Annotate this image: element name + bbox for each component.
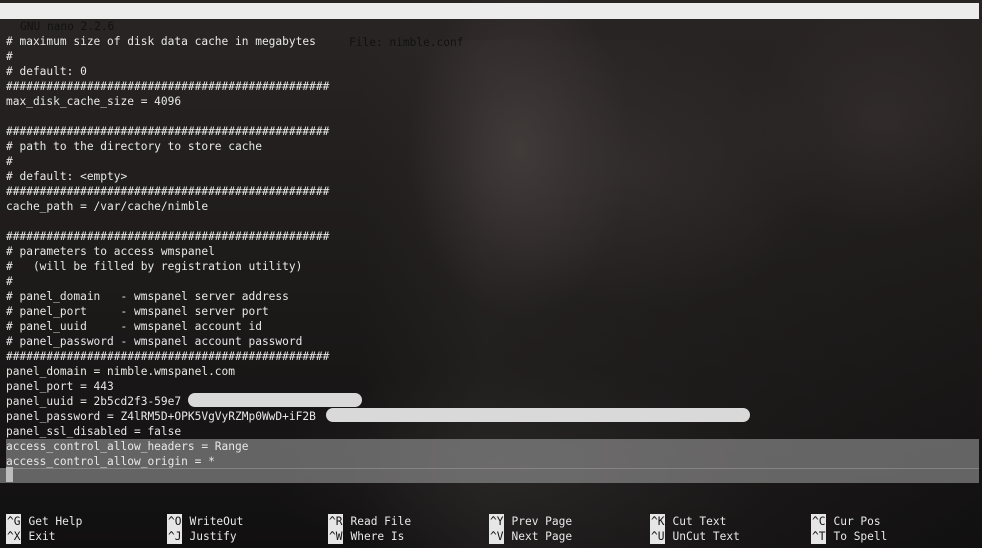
editor-line[interactable]: # (will be filled by registration utilit… [6,259,979,274]
shortcut-label: Justify [189,530,237,543]
editor-line[interactable]: # default: 0 [6,64,979,79]
shortcut-key: ^G [6,514,22,529]
editor-line[interactable]: ########################################… [6,124,979,139]
shortcut-cut-text[interactable]: ^K Cut Text [650,514,726,529]
shortcut-key: ^V [489,529,505,544]
shortcut-label: UnCut Text [672,530,740,543]
terminal-window[interactable]: GNU nano 2.2.6 File: nimble.conf # maxim… [0,0,982,548]
shortcut-key: ^W [328,529,344,544]
shortcut-label: Next Page [511,530,573,543]
shortcut-key: ^C [811,514,827,529]
editor-line[interactable] [6,109,979,124]
shortcut-exit[interactable]: ^X Exit [6,529,55,544]
shortcut-justify[interactable]: ^J Justify [167,529,237,544]
editor-line[interactable]: cache_path = /var/cache/nimble [6,199,979,214]
shortcut-key: ^T [811,529,827,544]
editor-line[interactable]: panel_ssl_disabled = false [6,424,979,439]
shortcut-uncut-text[interactable]: ^U UnCut Text [650,529,740,544]
shortcut-label: Cut Text [672,515,727,528]
editor-line[interactable]: # [6,274,979,289]
redaction-mask [326,408,750,422]
shortcut-label: Cur Pos [833,515,881,528]
redaction-mask [188,393,362,407]
editor-line[interactable]: # path to the directory to store cache [6,139,979,154]
shortcut-read-file[interactable]: ^R Read File [328,514,411,529]
editor-line[interactable]: # parameters to access wmspanel [6,244,979,259]
shortcut-label: WriteOut [189,515,244,528]
editor-line[interactable]: # [6,49,979,64]
editor-line-selected[interactable]: access_control_allow_headers = Range [6,439,979,454]
shortcut-key: ^Y [489,514,505,529]
shortcut-next-page[interactable]: ^V Next Page [489,529,572,544]
editor-line[interactable]: max_disk_cache_size = 4096 [6,94,979,109]
shortcut-label: Read File [350,515,412,528]
editor-line-selected[interactable]: access_control_allow_origin = * [6,454,979,469]
editor-line[interactable]: panel_uuid = 2b5cd2f3-59e7 [6,394,979,409]
editor-line[interactable]: # panel_domain - wmspanel server address [6,289,979,304]
editor-line[interactable]: ########################################… [6,229,979,244]
editor-line[interactable]: panel_port = 443 [6,379,979,394]
nano-title-bar: GNU nano 2.2.6 File: nimble.conf [0,3,979,49]
text-cursor [6,467,13,482]
shortcut-label: To Spell [833,530,888,543]
editor-line[interactable]: ########################################… [6,349,979,364]
shortcut-get-help[interactable]: ^G Get Help [6,514,82,529]
shortcut-key: ^K [650,514,666,529]
app-version-label: GNU nano 2.2.6 [20,20,115,33]
shortcut-bar: ^G Get Help ^X Exit ^O WriteOut ^J Justify ^… [0,514,982,544]
shortcut-label: Where Is [350,530,405,543]
shortcut-label: Exit [28,530,56,543]
editor-line[interactable] [6,214,979,229]
editor-line[interactable]: # panel_port - wmspanel server port [6,304,979,319]
shortcut-label: Get Help [28,515,83,528]
shortcut-prev-page[interactable]: ^Y Prev Page [489,514,572,529]
shortcut-label: Prev Page [511,515,573,528]
editor-line[interactable]: # default: <empty> [6,169,979,184]
shortcut-key: ^R [328,514,344,529]
shortcut-cur-pos[interactable]: ^C Cur Pos [811,514,881,529]
shortcut-key: ^X [6,529,22,544]
shortcut-to-spell[interactable]: ^T To Spell [811,529,887,544]
shortcut-key: ^J [167,529,183,544]
editor-line[interactable]: ########################################… [6,184,979,199]
editor-line[interactable]: # [6,154,979,169]
editor-line[interactable]: # maximum size of disk data cache in meg… [6,34,979,49]
editor-line[interactable]: ########################################… [6,79,979,94]
shortcut-key: ^O [167,514,183,529]
editor-line[interactable]: # panel_password - wmspanel account pass… [6,334,979,349]
editor-line[interactable]: panel_domain = nimble.wmspanel.com [6,364,979,379]
editor-line[interactable]: # panel_uuid - wmspanel account id [6,319,979,334]
shortcut-key: ^U [650,529,666,544]
shortcut-writeout[interactable]: ^O WriteOut [167,514,243,529]
shortcut-where-is[interactable]: ^W Where Is [328,529,404,544]
selection-cursor-line[interactable] [0,468,979,483]
